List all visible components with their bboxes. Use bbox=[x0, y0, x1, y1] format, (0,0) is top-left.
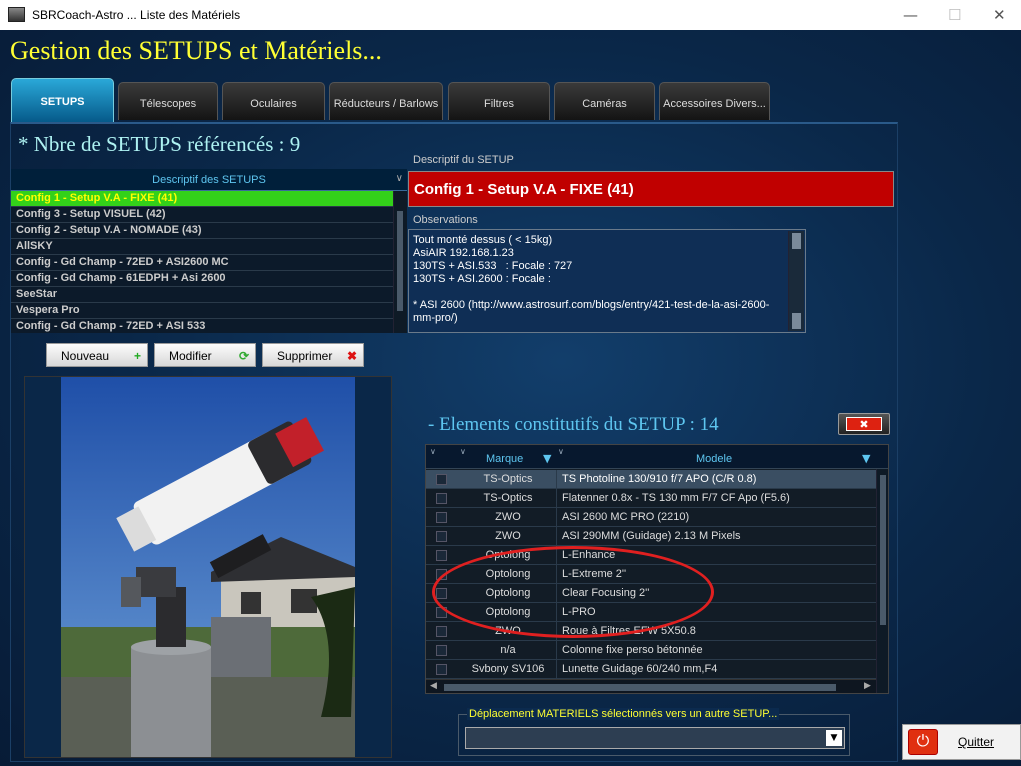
row-model: Lunette Guidage 60/240 mm,F4 bbox=[562, 663, 718, 675]
setup-item[interactable]: Config - Gd Champ - 72ED + ASI2600 MC bbox=[11, 255, 393, 271]
tab-oculaires[interactable]: Oculaires bbox=[222, 82, 325, 120]
sort-icon[interactable]: ∨ bbox=[460, 447, 466, 456]
row-checkbox[interactable] bbox=[436, 645, 447, 656]
scrollbar-thumb[interactable] bbox=[792, 233, 801, 249]
delete-icon: ✖ bbox=[346, 349, 357, 363]
chevron-down-icon[interactable]: ∨ bbox=[396, 173, 403, 184]
quit-button[interactable]: ⏻ Quitter bbox=[902, 724, 1021, 760]
table-row[interactable]: TS-Optics Flatenner 0.8x - TS 130 mm F/7… bbox=[426, 489, 876, 508]
dropdown-arrow-icon[interactable]: ▼ bbox=[826, 730, 842, 746]
close-icon: ✖ bbox=[846, 417, 882, 431]
elements-vertical-scrollbar[interactable] bbox=[876, 469, 888, 693]
setups-count: * Nbre de SETUPS référencés : 9 bbox=[18, 132, 301, 156]
arrow-right-icon[interactable]: ▶ bbox=[864, 681, 871, 691]
setup-item[interactable]: AllSKY bbox=[11, 239, 393, 255]
maximize-button[interactable]: ☐ bbox=[948, 6, 961, 24]
move-materials-label: Déplacement MATERIELS sélectionnés vers … bbox=[467, 708, 780, 720]
quit-button-label: Quitter bbox=[958, 735, 995, 749]
power-icon: ⏻ bbox=[908, 729, 938, 755]
row-brand: n/a bbox=[500, 644, 516, 656]
window-titlebar: SBRCoach-Astro ... Liste des Matériels —… bbox=[0, 0, 1021, 30]
setup-item[interactable]: Vespera Pro bbox=[11, 303, 393, 319]
scrollbar-thumb[interactable] bbox=[880, 475, 886, 625]
telescope-photo-illustration bbox=[61, 377, 355, 757]
row-model: ASI 2600 MC PRO (2210) bbox=[562, 511, 690, 523]
row-brand: TS-Optics bbox=[483, 473, 533, 485]
row-brand: TS-Optics bbox=[483, 492, 533, 504]
filter-icon[interactable]: ▼ bbox=[543, 452, 551, 465]
elements-grid-header: ∨ ∨ ∨ Marque ▼ Modele ▼ bbox=[426, 445, 888, 469]
window-title: SBRCoach-Astro ... Liste des Matériels bbox=[32, 8, 241, 22]
new-setup-button-label: Nouveau bbox=[61, 349, 110, 363]
setup-name-field[interactable]: Config 1 - Setup V.A - FIXE (41) bbox=[408, 171, 894, 207]
sort-icon[interactable]: ∨ bbox=[430, 447, 436, 456]
app-title: Gestion des SETUPS et Matériels... bbox=[10, 36, 382, 65]
highlight-ellipse bbox=[432, 546, 714, 638]
table-row[interactable]: ZWO ASI 2600 MC PRO (2210) bbox=[426, 508, 876, 527]
column-header-brand[interactable]: Marque bbox=[486, 453, 523, 465]
close-elements-button[interactable]: ✖ bbox=[838, 413, 890, 435]
delete-setup-button[interactable]: Supprimer ✖ bbox=[262, 343, 364, 367]
row-brand: ZWO bbox=[495, 530, 521, 542]
setup-item[interactable]: SeeStar bbox=[11, 287, 393, 303]
tab-telescopes[interactable]: Télescopes bbox=[118, 82, 218, 120]
tab-reducteurs-barlows[interactable]: Réducteurs / Barlows bbox=[329, 82, 443, 120]
setup-photo bbox=[24, 376, 392, 758]
edit-setup-button[interactable]: Modifier ⟳ bbox=[154, 343, 256, 367]
tab-filtres[interactable]: Filtres bbox=[448, 82, 550, 120]
observations-field[interactable]: Tout monté dessus ( < 15kg) AsiAIR 192.1… bbox=[408, 229, 806, 333]
descriptif-label: Descriptif du SETUP bbox=[413, 154, 514, 166]
plus-icon: + bbox=[133, 349, 141, 363]
setups-list-header[interactable]: Descriptif des SETUPS ∨ bbox=[11, 169, 407, 191]
setups-list-header-label: Descriptif des SETUPS bbox=[152, 174, 266, 186]
setup-item[interactable]: Config - Gd Champ - 72ED + ASI 533 bbox=[11, 319, 393, 333]
setup-item[interactable]: Config 2 - Setup V.A - NOMADE (43) bbox=[11, 223, 393, 239]
edit-setup-button-label: Modifier bbox=[169, 349, 212, 363]
row-checkbox[interactable] bbox=[436, 493, 447, 504]
tab-cameras[interactable]: Caméras bbox=[554, 82, 655, 120]
setup-item[interactable]: Config 3 - Setup VISUEL (42) bbox=[11, 207, 393, 223]
elements-title: - Elements constitutifs du SETUP : 14 bbox=[428, 414, 719, 435]
row-checkbox[interactable] bbox=[436, 626, 447, 637]
row-model: TS Photoline 130/910 f/7 APO (C/R 0.8) bbox=[562, 473, 757, 485]
setup-item[interactable]: Config - Gd Champ - 61EDPH + Asi 2600 bbox=[11, 271, 393, 287]
table-row[interactable]: TS-Optics TS Photoline 130/910 f/7 APO (… bbox=[426, 470, 876, 489]
close-window-button[interactable]: ✕ bbox=[993, 6, 1006, 24]
scrollbar-thumb[interactable] bbox=[792, 313, 801, 329]
row-checkbox[interactable] bbox=[436, 550, 447, 561]
new-setup-button[interactable]: Nouveau + bbox=[46, 343, 148, 367]
row-model: Flatenner 0.8x - TS 130 mm F/7 CF Apo (F… bbox=[562, 492, 790, 504]
arrow-left-icon[interactable]: ◀ bbox=[430, 681, 437, 691]
table-row[interactable]: n/a Colonne fixe perso bétonnée bbox=[426, 641, 876, 660]
setups-list[interactable]: Config 1 - Setup V.A - FIXE (41) Config … bbox=[11, 191, 393, 333]
tab-setups[interactable]: SETUPS bbox=[11, 78, 114, 122]
observations-label: Observations bbox=[413, 214, 478, 226]
filter-icon[interactable]: ▼ bbox=[862, 452, 870, 465]
row-brand: Svbony SV106 bbox=[471, 663, 545, 675]
elements-horizontal-scrollbar[interactable]: ◀ ▶ bbox=[426, 679, 876, 693]
row-checkbox[interactable] bbox=[436, 474, 447, 485]
row-checkbox[interactable] bbox=[436, 531, 447, 542]
tab-accessoires-divers[interactable]: Accessoires Divers... bbox=[659, 82, 770, 120]
observations-scrollbar[interactable] bbox=[788, 231, 804, 331]
row-model: Colonne fixe perso bétonnée bbox=[562, 644, 703, 656]
app-icon bbox=[8, 7, 25, 22]
scrollbar-thumb[interactable] bbox=[397, 211, 403, 311]
minimize-button[interactable]: — bbox=[903, 6, 918, 24]
target-setup-select[interactable]: ▼ bbox=[465, 727, 845, 749]
setups-list-scrollbar[interactable] bbox=[393, 191, 407, 333]
row-model: ASI 290MM (Guidage) 2.13 M Pixels bbox=[562, 530, 741, 542]
column-header-model[interactable]: Modele bbox=[696, 453, 732, 465]
delete-setup-button-label: Supprimer bbox=[277, 349, 333, 363]
row-checkbox[interactable] bbox=[436, 664, 447, 675]
sort-icon[interactable]: ∨ bbox=[558, 447, 564, 456]
table-row[interactable]: Svbony SV106 Lunette Guidage 60/240 mm,F… bbox=[426, 660, 876, 679]
scrollbar-thumb[interactable] bbox=[444, 684, 836, 691]
move-materials-group: Déplacement MATERIELS sélectionnés vers … bbox=[458, 708, 850, 756]
refresh-icon: ⟳ bbox=[238, 349, 249, 363]
row-brand: ZWO bbox=[495, 511, 521, 523]
row-checkbox[interactable] bbox=[436, 512, 447, 523]
setup-item[interactable]: Config 1 - Setup V.A - FIXE (41) bbox=[11, 191, 393, 207]
table-row[interactable]: ZWO ASI 290MM (Guidage) 2.13 M Pixels bbox=[426, 527, 876, 546]
